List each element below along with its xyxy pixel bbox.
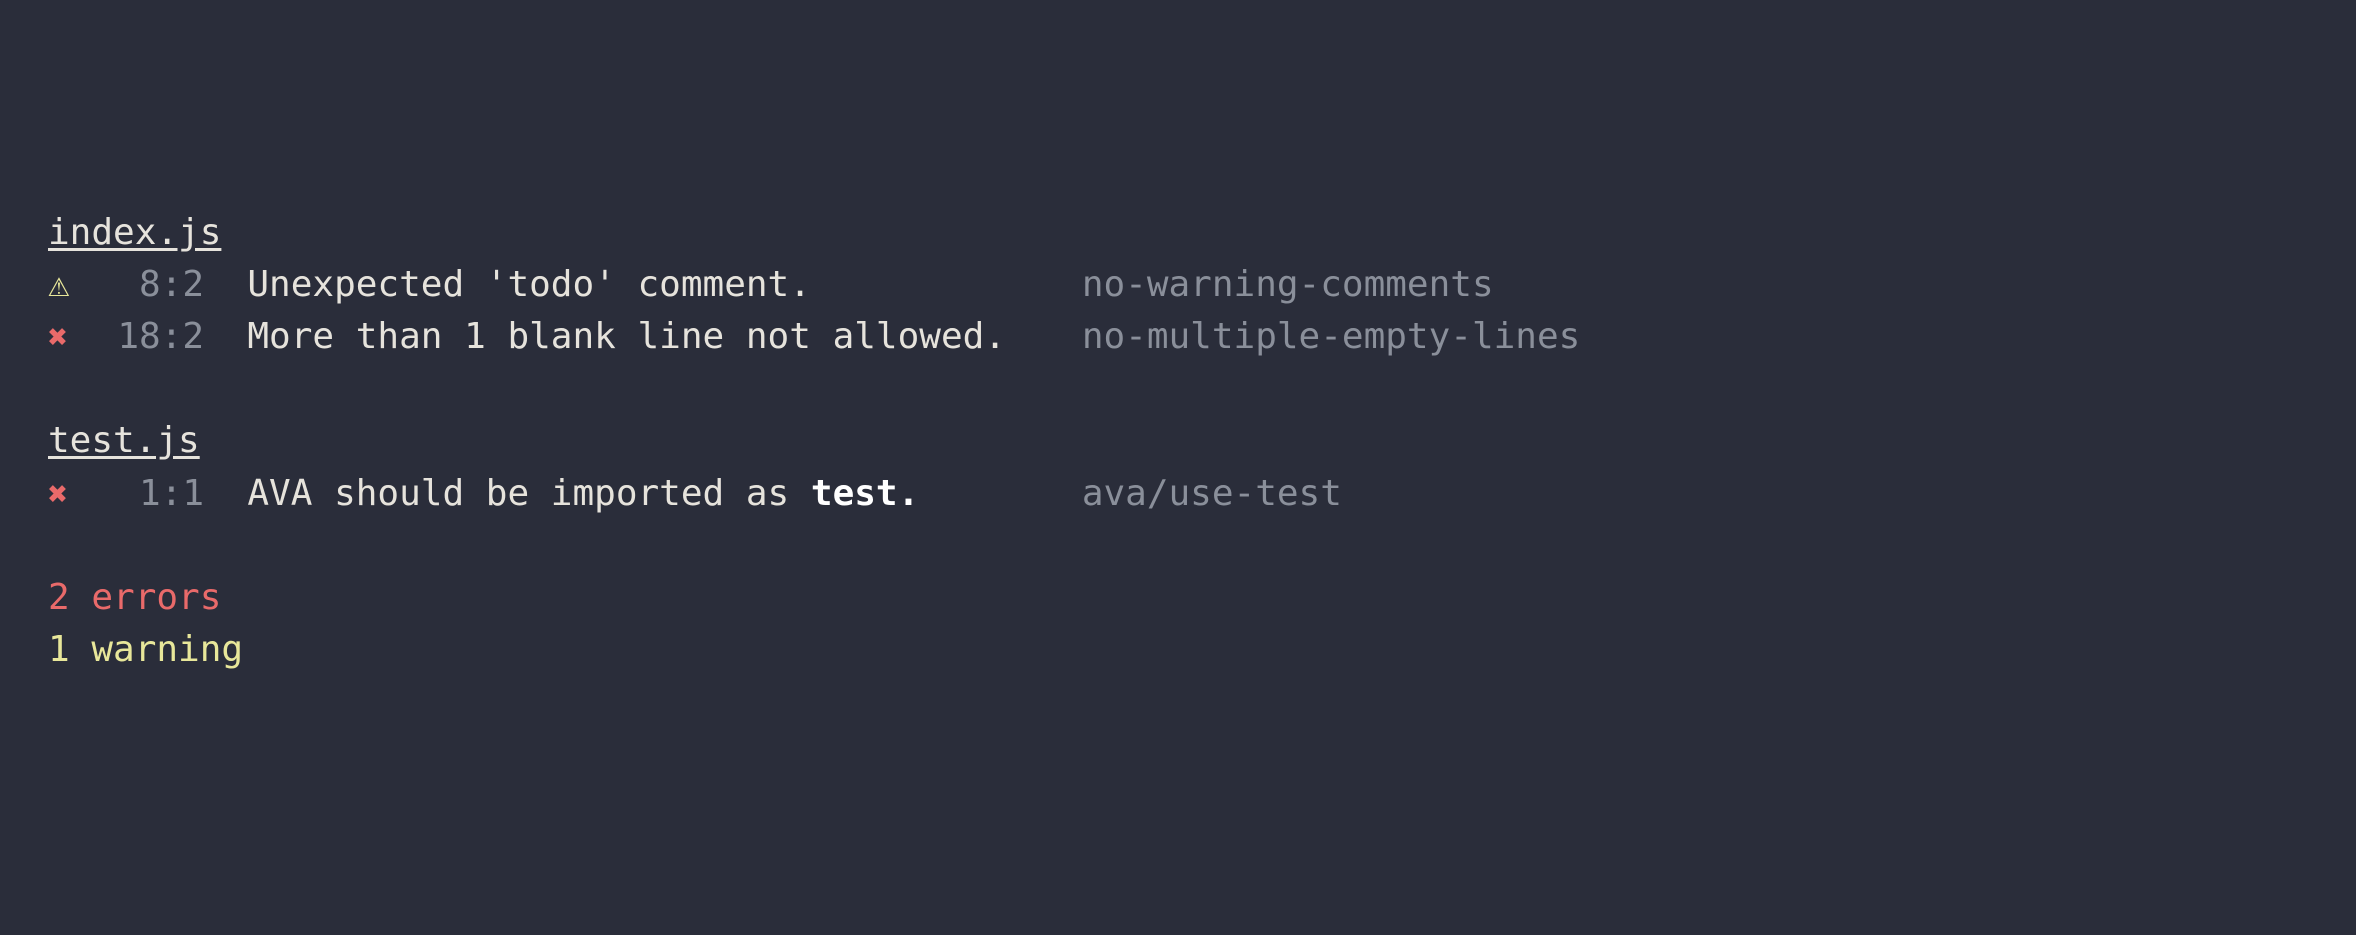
blank-line <box>48 363 2308 415</box>
message: Unexpected 'todo' comment. <box>204 259 1071 311</box>
warning-icon: ⚠ <box>48 259 70 311</box>
rule-id: ava/use-test <box>1071 468 1342 520</box>
location: 1:1 <box>74 468 204 520</box>
file-header: test.js <box>48 415 2308 467</box>
error-icon: ✖ <box>48 313 68 361</box>
rule-id: no-warning-comments <box>1071 259 1494 311</box>
summary-warnings: 1 warning <box>48 624 2308 676</box>
lint-output: index.js⚠8:2Unexpected 'todo' comment.no… <box>48 207 2308 677</box>
rule-id: no-multiple-empty-lines <box>1071 311 1580 363</box>
error-icon-cell: ✖ <box>48 470 74 518</box>
warning-icon-cell: ⚠ <box>48 259 74 311</box>
lint-row: ⚠8:2Unexpected 'todo' comment.no-warning… <box>48 259 2308 311</box>
message: AVA should be imported as test. <box>204 468 1071 520</box>
summary-errors: 2 errors <box>48 572 2308 624</box>
lint-row: ✖1:1AVA should be imported as test.ava/u… <box>48 468 2308 520</box>
file-header: index.js <box>48 207 2308 259</box>
location: 18:2 <box>74 311 204 363</box>
lint-row: ✖18:2More than 1 blank line not allowed.… <box>48 311 2308 363</box>
error-icon: ✖ <box>48 470 68 518</box>
message: More than 1 blank line not allowed. <box>204 311 1071 363</box>
blank-line <box>48 520 2308 572</box>
error-icon-cell: ✖ <box>48 313 74 361</box>
location: 8:2 <box>74 259 204 311</box>
